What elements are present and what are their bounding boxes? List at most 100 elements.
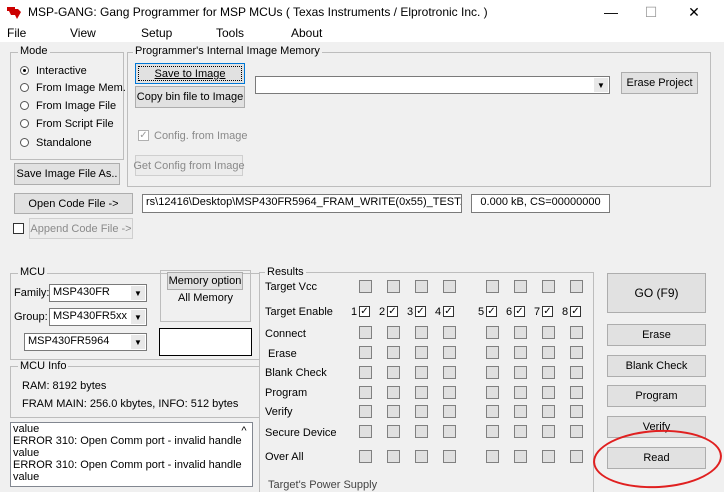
status-indicator <box>415 405 428 418</box>
save-to-image-button[interactable]: Save to Image <box>135 63 245 84</box>
append-code-file-button[interactable]: Append Code File -> <box>29 218 133 239</box>
mode-option-interactive[interactable]: Interactive <box>20 65 120 79</box>
menu-setup[interactable]: Setup <box>141 24 172 42</box>
maximize-button[interactable]: ☐ <box>629 2 673 22</box>
target-enable-checkbox[interactable]: ✓ <box>387 306 398 317</box>
texas-instruments-logo-icon <box>7 7 21 19</box>
status-indicator <box>443 280 456 293</box>
status-indicator <box>415 386 428 399</box>
open-code-file-button[interactable]: Open Code File -> <box>14 193 133 214</box>
mcu-ram-info: RAM: 8192 bytes <box>22 380 107 392</box>
memory-option-button[interactable]: Memory option <box>167 272 243 290</box>
image-memory-legend: Programmer's Internal Image Memory <box>133 45 322 57</box>
mode-option-label: Standalone <box>36 137 92 149</box>
results-legend: Results <box>265 266 306 278</box>
status-indicator <box>443 450 456 463</box>
mode-option-standalone[interactable]: Standalone <box>20 137 120 151</box>
target-enable-checkbox[interactable]: ✓ <box>514 306 525 317</box>
status-indicator <box>542 450 555 463</box>
mode-option-image-file[interactable]: From Image File <box>20 100 120 114</box>
config-from-image-label: Config. from Image <box>154 130 248 142</box>
status-indicator <box>542 405 555 418</box>
result-row-label: Program <box>265 387 308 399</box>
menu-view[interactable]: View <box>70 24 96 42</box>
mode-option-image-mem[interactable]: From Image Mem. <box>20 82 126 96</box>
status-indicator <box>359 425 372 438</box>
radio-button[interactable] <box>20 101 29 110</box>
status-indicator <box>486 405 499 418</box>
code-file-path-field: rs\12416\Desktop\MSP430FR5964_FRAM_WRITE… <box>142 194 462 213</box>
status-indicator <box>570 386 583 399</box>
device-select[interactable]: MSP430FR5964 ▼ <box>24 333 147 351</box>
close-button[interactable]: ✕ <box>672 2 716 22</box>
mcu-legend: MCU <box>18 266 48 278</box>
erase-project-button[interactable]: Erase Project <box>621 72 698 94</box>
status-indicator <box>514 326 527 339</box>
go-button[interactable]: GO (F9) <box>607 273 706 313</box>
status-indicator <box>415 366 428 379</box>
status-indicator <box>570 405 583 418</box>
erase-button[interactable]: Erase <box>607 324 706 346</box>
radio-button[interactable] <box>20 83 29 92</box>
status-indicator <box>570 280 583 293</box>
target-number: 6 <box>506 306 513 318</box>
status-indicator <box>415 346 428 359</box>
minimize-button[interactable]: — <box>589 2 633 22</box>
family-select[interactable]: MSP430FR ▼ <box>49 284 147 302</box>
target-enable-checkbox[interactable]: ✓ <box>359 306 370 317</box>
chevron-down-icon[interactable]: ▼ <box>131 286 145 300</box>
menu-file[interactable]: File <box>7 24 26 42</box>
image-select-combo[interactable]: ▼ <box>255 76 610 94</box>
result-row-label: Verify <box>265 406 293 418</box>
status-indicator <box>514 386 527 399</box>
status-indicator <box>359 346 372 359</box>
append-code-file-checkbox[interactable] <box>13 223 24 234</box>
menu-about[interactable]: About <box>291 24 322 42</box>
target-enable-checkbox[interactable]: ✓ <box>486 306 497 317</box>
mcu-fram-info: FRAM MAIN: 256.0 kbytes, INFO: 512 bytes <box>22 398 239 410</box>
status-indicator <box>387 450 400 463</box>
menu-tools[interactable]: Tools <box>216 24 244 42</box>
target-enable-checkbox[interactable]: ✓ <box>570 306 581 317</box>
status-indicator <box>443 386 456 399</box>
status-indicator <box>514 450 527 463</box>
status-indicator <box>570 326 583 339</box>
get-config-from-image-button[interactable]: Get Config from Image <box>133 155 245 176</box>
status-indicator <box>514 405 527 418</box>
status-indicator <box>415 326 428 339</box>
log-area[interactable]: value ERROR 310: Open Comm port - invali… <box>10 422 253 487</box>
status-indicator <box>486 366 499 379</box>
blank-check-button[interactable]: Blank Check <box>607 355 706 377</box>
device-select-value: MSP430FR5964 <box>28 335 110 347</box>
status-indicator <box>387 366 400 379</box>
target-number: 3 <box>407 306 414 318</box>
status-indicator <box>387 405 400 418</box>
status-indicator <box>486 425 499 438</box>
target-enable-checkbox[interactable]: ✓ <box>415 306 426 317</box>
target-enable-checkbox[interactable]: ✓ <box>443 306 454 317</box>
chevron-down-icon[interactable]: ▼ <box>131 310 145 324</box>
radio-button[interactable] <box>20 138 29 147</box>
group-select[interactable]: MSP430FR5xx ▼ <box>49 308 147 326</box>
mode-option-script-file[interactable]: From Script File <box>20 118 120 132</box>
mode-legend: Mode <box>18 45 50 57</box>
result-row-label: Target Vcc <box>265 281 317 293</box>
save-image-file-button[interactable]: Save Image File As.. <box>14 163 120 185</box>
status-indicator <box>359 326 372 339</box>
config-from-image-checkbox[interactable]: ✓ <box>138 130 149 141</box>
chevron-down-icon[interactable]: ▼ <box>131 335 145 349</box>
status-indicator <box>415 450 428 463</box>
copy-bin-file-button[interactable]: Copy bin file to Image <box>135 86 245 108</box>
radio-button[interactable] <box>20 119 29 128</box>
status-indicator <box>415 280 428 293</box>
chevron-down-icon[interactable]: ▼ <box>594 78 608 92</box>
mode-option-label: From Image Mem. <box>36 82 126 94</box>
group-label: Group: <box>14 311 48 323</box>
log-line: value <box>13 447 40 459</box>
program-button[interactable]: Program <box>607 385 706 407</box>
status-indicator <box>387 346 400 359</box>
target-enable-checkbox[interactable]: ✓ <box>542 306 553 317</box>
radio-button[interactable] <box>20 66 29 75</box>
scroll-up-icon[interactable]: ^ <box>238 425 250 437</box>
group-select-value: MSP430FR5xx <box>53 310 127 322</box>
